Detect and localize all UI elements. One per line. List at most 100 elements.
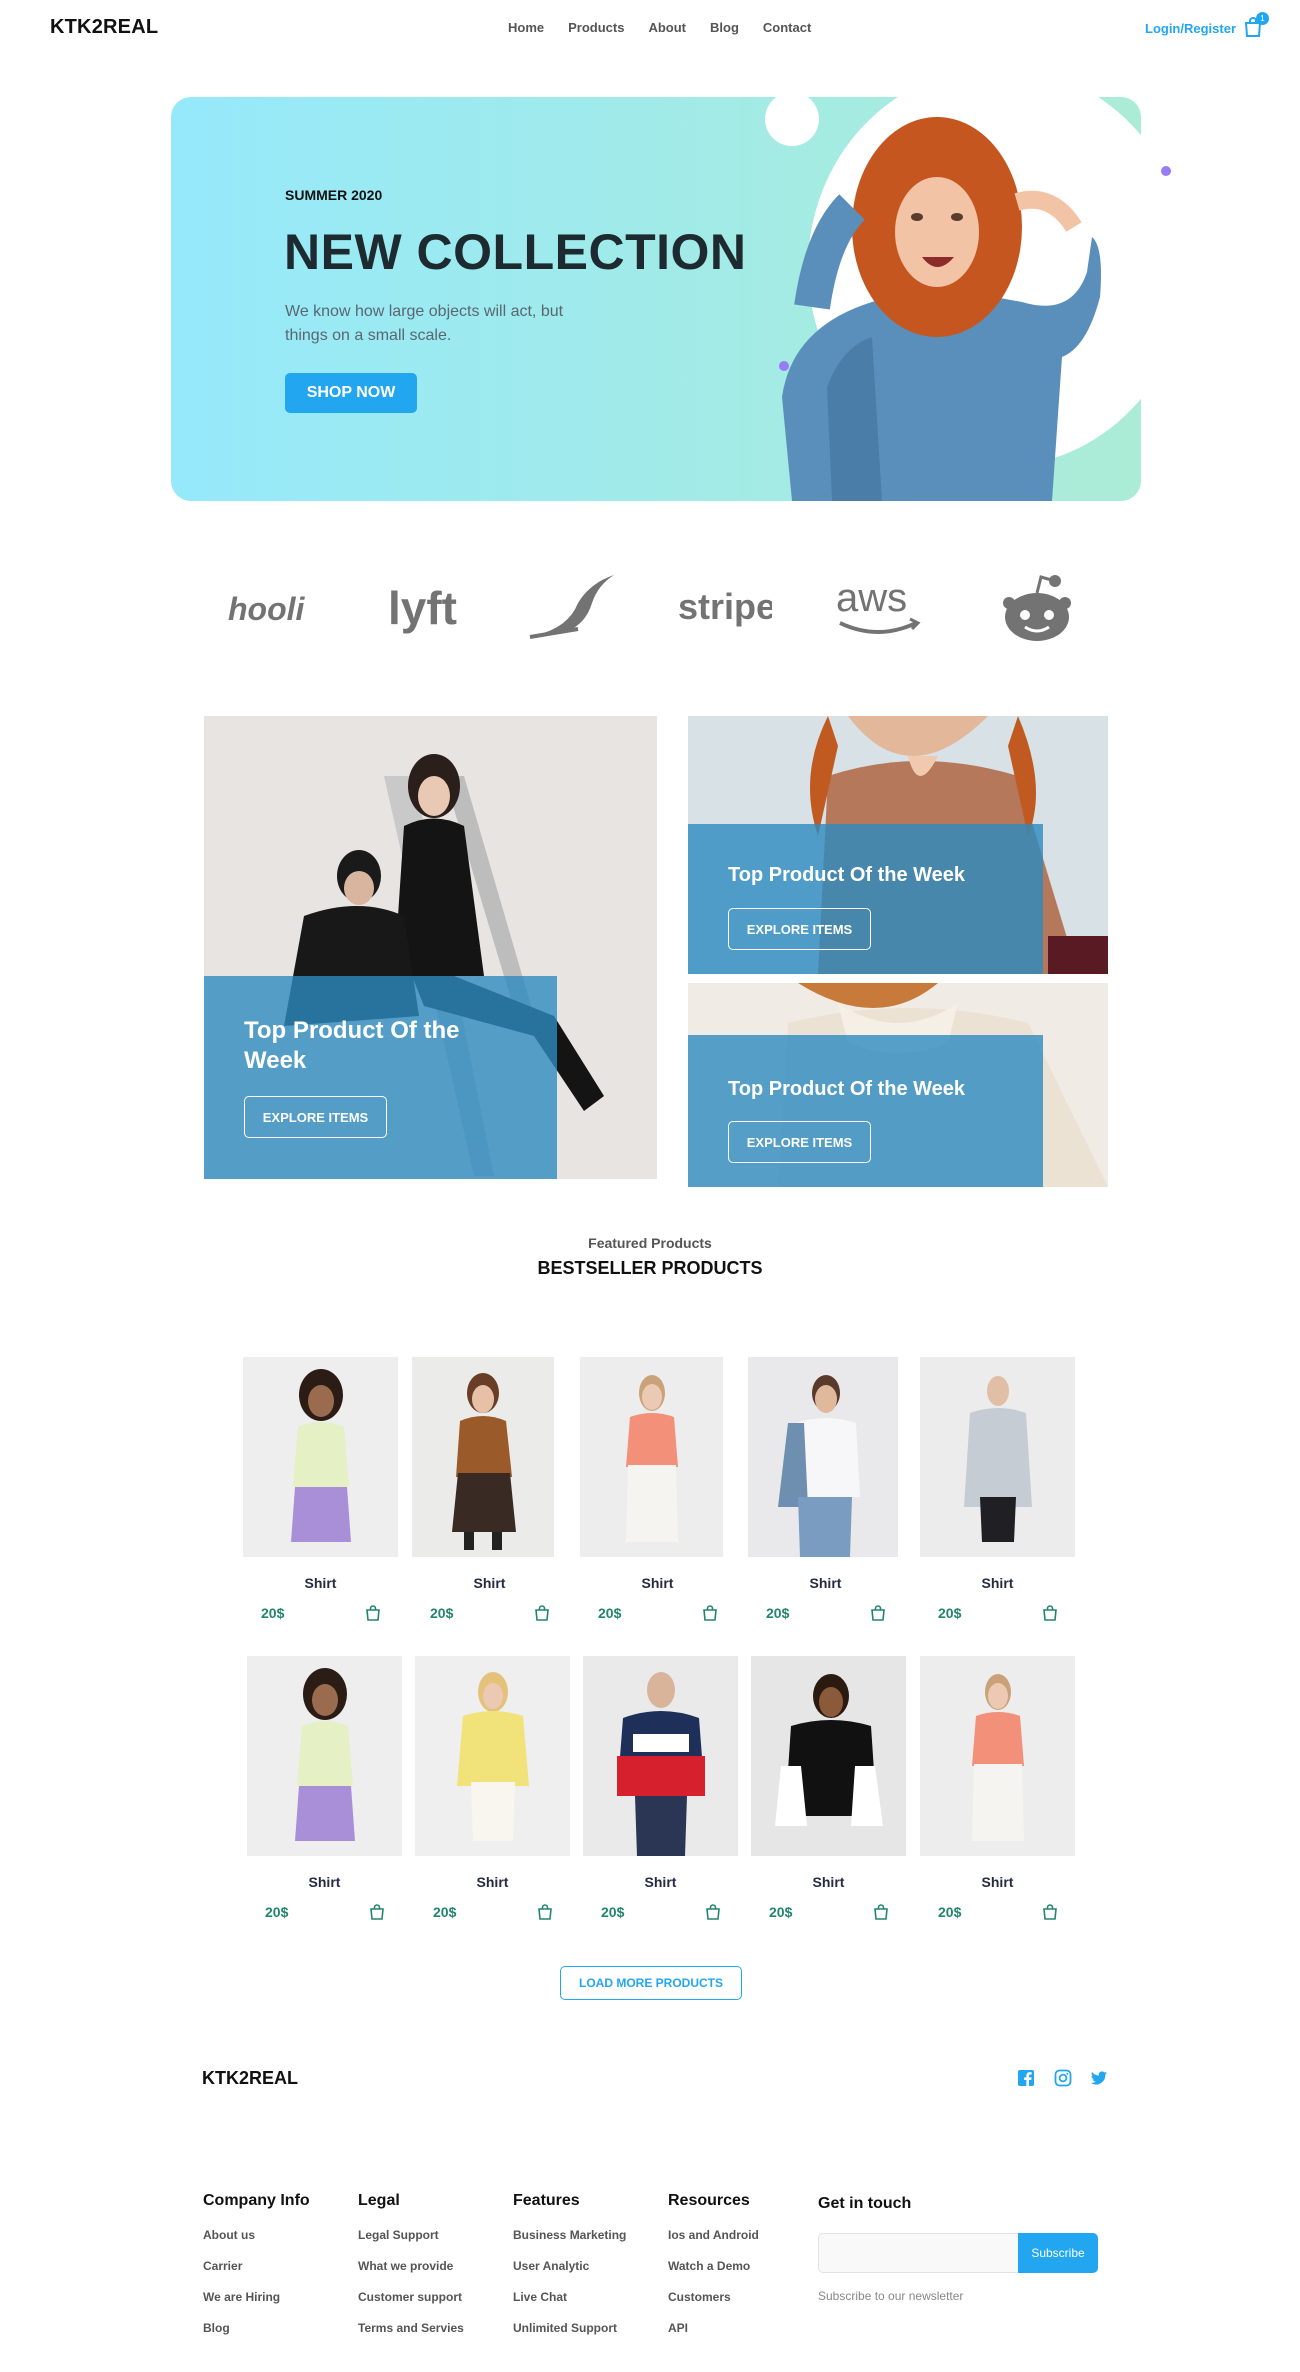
add-to-cart-icon[interactable] [366, 1605, 380, 1621]
footer-column-features: Features Business Marketing User Analyti… [513, 2192, 626, 2352]
product-meta: 20$ [920, 1904, 1075, 1920]
product-card[interactable]: Shirt 20$ [920, 1656, 1075, 1920]
product-image[interactable] [751, 1656, 906, 1856]
newsletter-email-input[interactable] [818, 2233, 1018, 2273]
product-name: Shirt [304, 1575, 337, 1591]
footer-link[interactable]: We are Hiring [203, 2290, 310, 2304]
footer-column-title: Resources [668, 2192, 750, 2209]
footer-link[interactable]: Legal Support [358, 2228, 464, 2242]
featured-title: BESTSELLER PRODUCTS [537, 1258, 763, 1278]
product-image[interactable] [920, 1357, 1075, 1557]
product-image[interactable] [580, 1357, 723, 1557]
footer-link[interactable]: Watch a Demo [668, 2259, 759, 2273]
product-image[interactable] [247, 1656, 402, 1856]
shop-now-button[interactable]: SHOP NOW [285, 373, 417, 413]
product-card[interactable]: Shirt 20$ [580, 1357, 735, 1621]
footer-link[interactable]: Live Chat [513, 2290, 626, 2304]
footer-link[interactable]: About us [203, 2228, 310, 2242]
product-price: 20$ [769, 1904, 793, 1920]
footer-link[interactable]: Unlimited Support [513, 2321, 626, 2335]
product-name: Shirt [641, 1575, 674, 1591]
site-logo[interactable]: KTK2REAL [50, 16, 158, 39]
add-to-cart-icon[interactable] [535, 1605, 549, 1621]
cart-count-badge: 1 [1256, 12, 1269, 25]
footer-link[interactable]: Ios and Android [668, 2228, 759, 2242]
product-meta: 20$ [247, 1904, 402, 1920]
product-price: 20$ [430, 1605, 454, 1621]
add-to-cart-icon[interactable] [703, 1605, 717, 1621]
product-meta: 20$ [583, 1904, 738, 1920]
nav-link-products[interactable]: Products [568, 20, 624, 35]
tile-large-explore-button[interactable]: EXPLORE ITEMS [244, 1096, 387, 1138]
tile-bottom-right-explore-button[interactable]: EXPLORE ITEMS [728, 1121, 871, 1163]
nav-link-about[interactable]: About [648, 20, 686, 35]
footer-logo[interactable]: KTK2REAL [202, 2068, 298, 2089]
footer-link[interactable]: What we provide [358, 2259, 464, 2273]
nav-link-blog[interactable]: Blog [710, 20, 739, 35]
hero-description: We know how large objects will act, but … [285, 303, 564, 344]
hero-title: NEW COLLECTION [284, 224, 747, 280]
login-register-link[interactable]: Login/Register [1145, 21, 1236, 36]
product-meta: 20$ [748, 1605, 903, 1621]
product-card[interactable]: Shirt 20$ [243, 1357, 398, 1621]
featured-subtitle: Featured Products [588, 1235, 712, 1251]
footer-link[interactable]: API [668, 2321, 759, 2335]
footer-link[interactable]: Carrier [203, 2259, 310, 2273]
load-more-button[interactable]: LOAD MORE PRODUCTS [560, 1966, 742, 2000]
footer-column-title: Legal [358, 2192, 400, 2209]
add-to-cart-icon[interactable] [370, 1904, 384, 1920]
lyft-logo: lyft [382, 570, 462, 645]
hero-banner: SUMMER 2020 NEW COLLECTION We know how l… [171, 97, 1141, 501]
feature-tile-top-right[interactable]: Top Product Of the Week EXPLORE ITEMS [688, 716, 1108, 974]
subscribe-button[interactable]: Subscribe [1018, 2233, 1098, 2273]
svg-text:hooli: hooli [228, 591, 306, 627]
nav-link-contact[interactable]: Contact [763, 20, 811, 35]
tile-top-right-explore-button[interactable]: EXPLORE ITEMS [728, 908, 871, 950]
footer-link[interactable]: User Analytic [513, 2259, 626, 2273]
add-to-cart-icon[interactable] [874, 1904, 888, 1920]
feature-tile-large[interactable]: Top Product Of the Week EXPLORE ITEMS [204, 716, 657, 1179]
footer-link[interactable]: Blog [203, 2321, 310, 2335]
instagram-icon[interactable] [1054, 2069, 1072, 2087]
product-image[interactable] [583, 1656, 738, 1856]
add-to-cart-icon[interactable] [1043, 1605, 1057, 1621]
product-price: 20$ [433, 1904, 457, 1920]
product-card[interactable]: Shirt 20$ [412, 1357, 567, 1621]
product-name: Shirt [981, 1874, 1014, 1890]
product-price: 20$ [766, 1605, 790, 1621]
product-image[interactable] [412, 1357, 554, 1557]
twitter-icon[interactable] [1090, 2069, 1108, 2087]
product-image[interactable] [243, 1357, 398, 1557]
add-to-cart-icon[interactable] [706, 1904, 720, 1920]
product-card[interactable]: Shirt 20$ [583, 1656, 738, 1920]
product-image[interactable] [415, 1656, 570, 1856]
product-image[interactable] [920, 1656, 1075, 1856]
product-price: 20$ [938, 1904, 962, 1920]
footer-link[interactable]: Customers [668, 2290, 759, 2304]
product-card[interactable]: Shirt 20$ [247, 1656, 402, 1920]
facebook-icon[interactable] [1017, 2069, 1035, 2087]
subscribe-note: Subscribe to our newsletter [818, 2289, 964, 2303]
product-card[interactable]: Shirt 20$ [751, 1656, 906, 1920]
product-card[interactable]: Shirt 20$ [748, 1357, 903, 1621]
tile-top-right-title: Top Product Of the Week [728, 864, 966, 886]
add-to-cart-icon[interactable] [538, 1904, 552, 1920]
footer-link[interactable]: Terms and Servies [358, 2321, 464, 2335]
add-to-cart-icon[interactable] [1043, 1904, 1057, 1920]
feather-logo [527, 570, 617, 645]
footer-link[interactable]: Business Marketing [513, 2228, 626, 2242]
tile-bottom-right-title: Top Product Of the Week [728, 1078, 966, 1100]
product-price: 20$ [938, 1605, 962, 1621]
get-in-touch-title: Get in touch [818, 2195, 912, 2212]
product-image[interactable] [748, 1357, 898, 1557]
footer-link[interactable]: Customer support [358, 2290, 464, 2304]
reddit-logo [997, 570, 1077, 645]
product-name: Shirt [644, 1874, 677, 1890]
nav-link-home[interactable]: Home [508, 20, 544, 35]
hero-eyebrow: SUMMER 2020 [285, 187, 383, 203]
add-to-cart-icon[interactable] [871, 1605, 885, 1621]
product-card[interactable]: Shirt 20$ [920, 1357, 1075, 1621]
product-meta: 20$ [243, 1605, 398, 1621]
product-card[interactable]: Shirt 20$ [415, 1656, 570, 1920]
feature-tile-bottom-right[interactable]: Top Product Of the Week EXPLORE ITEMS [688, 983, 1108, 1187]
